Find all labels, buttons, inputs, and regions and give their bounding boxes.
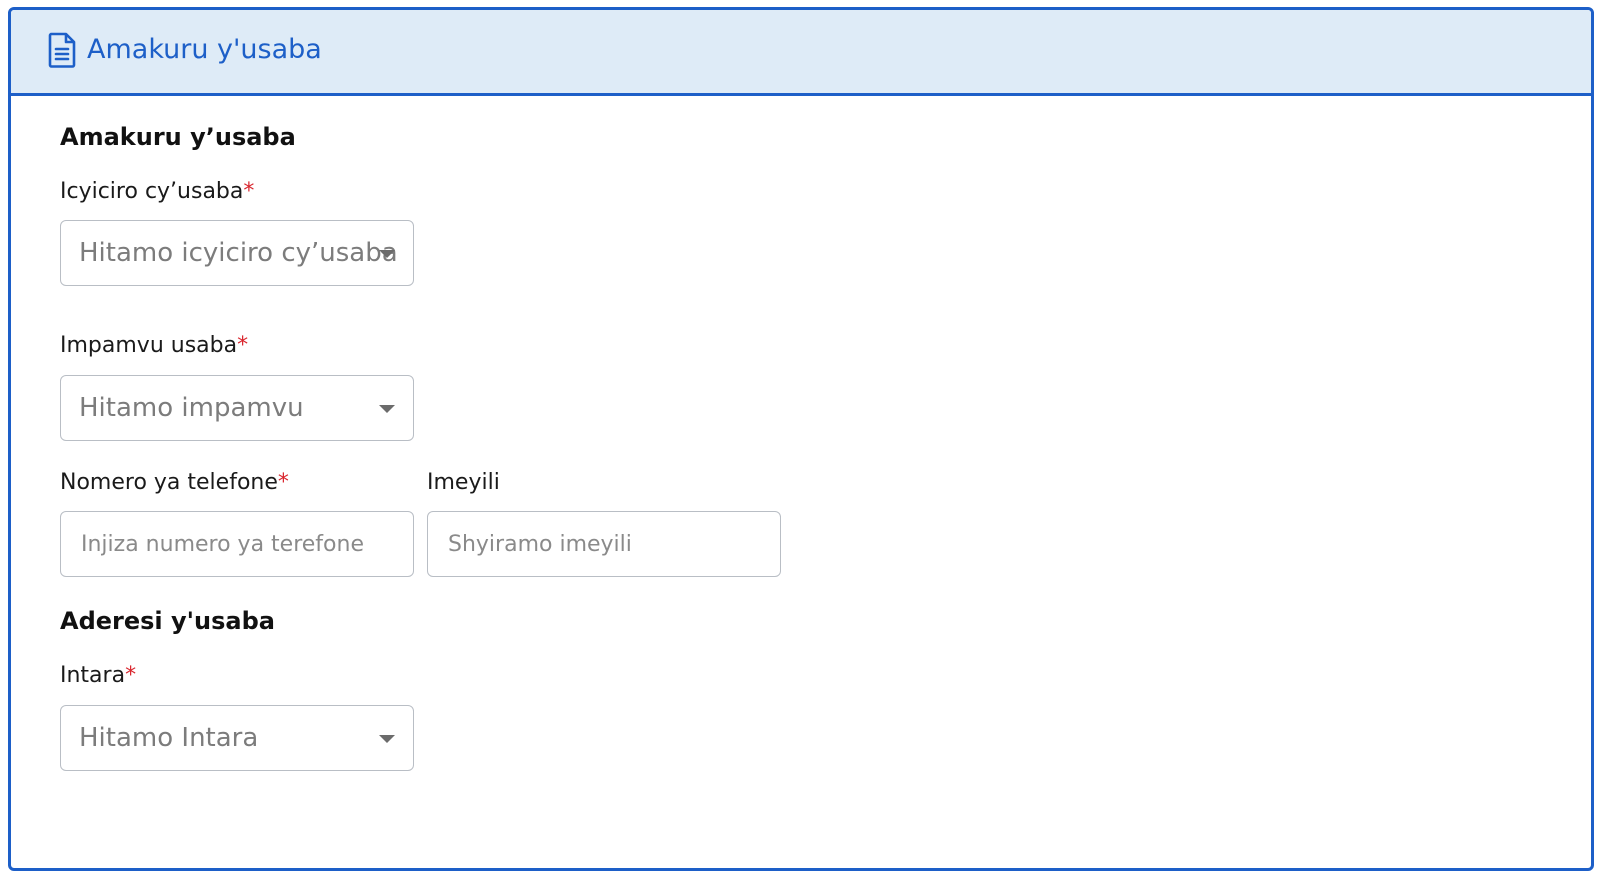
applicant-category-label-text: Icyiciro cy’usaba xyxy=(60,179,244,204)
reason-select[interactable]: Hitamo impamvu xyxy=(60,375,414,441)
caret-down-icon xyxy=(379,405,395,413)
document-icon xyxy=(48,32,76,68)
applicant-info-panel: Amakuru y'usaba Amakuru y’usaba Icyiciro… xyxy=(8,7,1594,871)
province-placeholder: Hitamo Intara xyxy=(79,723,259,753)
applicant-category-placeholder: Hitamo icyiciro cy’usaba xyxy=(79,238,398,268)
caret-down-icon xyxy=(379,735,395,743)
required-mark: * xyxy=(125,663,137,688)
province-label-text: Intara xyxy=(60,663,126,688)
required-mark: * xyxy=(237,333,249,358)
email-label: Imeyili xyxy=(427,469,500,497)
panel-title: Amakuru y'usaba xyxy=(87,34,322,65)
email-input[interactable] xyxy=(428,512,780,576)
applicant-category-select[interactable]: Hitamo icyiciro cy’usaba xyxy=(60,220,414,286)
required-mark: * xyxy=(277,470,289,495)
required-mark: * xyxy=(243,179,255,204)
section-title-address: Aderesi y'usaba xyxy=(60,607,275,635)
province-label: Intara* xyxy=(60,662,136,690)
phone-label: Nomero ya telefone* xyxy=(60,469,289,497)
province-select[interactable]: Hitamo Intara xyxy=(60,705,414,771)
phone-input[interactable] xyxy=(61,512,413,576)
phone-label-text: Nomero ya telefone xyxy=(60,470,278,495)
section-title-applicant-info: Amakuru y’usaba xyxy=(60,123,296,151)
reason-label: Impamvu usaba* xyxy=(60,332,248,360)
email-input-box xyxy=(427,511,781,577)
email-label-text: Imeyili xyxy=(427,470,500,495)
reason-placeholder: Hitamo impamvu xyxy=(79,393,304,423)
applicant-category-label: Icyiciro cy’usaba* xyxy=(60,178,254,206)
caret-down-icon xyxy=(379,250,395,258)
reason-label-text: Impamvu usaba xyxy=(60,333,238,358)
panel-header: Amakuru y'usaba xyxy=(11,10,1591,96)
phone-input-box xyxy=(60,511,414,577)
